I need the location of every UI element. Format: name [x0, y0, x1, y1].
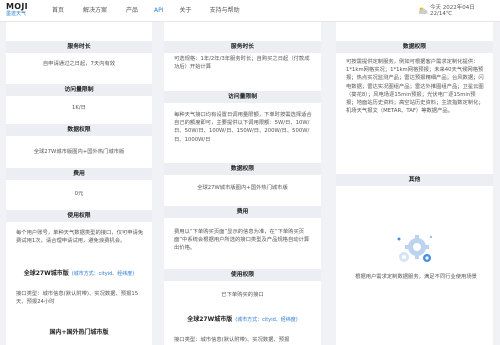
plan-card-custom: 数据权限 可按需提供定制服务，例如可根据客户需求定制化提供：1*1km网格实况；…: [336, 22, 493, 345]
section-head-data-permission: 数据权限: [6, 124, 152, 136]
access-limit-text: 1K/日: [72, 105, 86, 111]
dot-icon: [429, 235, 433, 239]
cost-text: 0元: [74, 191, 84, 197]
top-nav-bar: MOJI 墨迹天气 首页 解决方案 产品 API 关于 支持与帮助 今天 202…: [0, 0, 500, 22]
access-limit-text: 每种天气接口均有设置日调用量限额，下单时按需选择适合自己的额度即可，主要提供以下…: [174, 112, 312, 143]
service-period-text: 自申请通过之日起，7天内有效: [42, 61, 116, 67]
global-version-title: 全球27W城市版 (城市方式：cityid、经纬度): [6, 268, 152, 277]
global-version-title: 全球27W城市版 (城市方式：cityid、经纬度): [164, 314, 321, 323]
usage-text: 每个用户账号，单种天气数据类型的接口，仅可申请免费试用1次，请合理申请试用，避免…: [16, 230, 144, 245]
partly-cloudy-icon: [418, 7, 428, 14]
weather-temperature: 22/14℃: [430, 11, 453, 17]
global-version-tag: (城市方式：cityid、经纬度): [71, 271, 135, 277]
plan-card-free-trial: 服务时长 自申请通过之日起，7天内有效 访问量限制 1K/日 数据权限 全球27…: [6, 22, 152, 345]
section-head-usage: 使用权限: [6, 210, 152, 222]
global-version-label: 全球27W城市版: [23, 270, 69, 277]
nav-item-products[interactable]: 产品: [126, 0, 138, 22]
nav-item-solutions[interactable]: 解决方案: [83, 0, 107, 22]
gear-accent-icon: [423, 254, 431, 262]
nav-item-api[interactable]: API: [154, 0, 164, 22]
logo-wordmark: MOJI: [6, 2, 28, 11]
section-head-access-limit: 访问量限制: [6, 84, 152, 96]
section-head-service-period: 服务时长: [6, 41, 152, 53]
section-head-access-limit: 访问量限制: [164, 91, 321, 103]
global-version-tag: (城市方式：cityid、经纬度): [235, 317, 298, 323]
main-nav: 首页 解决方案 产品 API 关于 支持与帮助: [52, 0, 240, 22]
interface-type-text: 接口类型：城市信息(默认附带)、实况数据、预报: [174, 337, 290, 343]
service-period-text: 可选规格：1年/2年/3年服务时长；自购买之日起（付款成功后）开始计算: [174, 56, 310, 71]
cost-text: 费用以“下单购买页面”显示的信息为准，在“下单购买页面”中系统会根据用户所选的接…: [174, 229, 310, 252]
nav-item-about[interactable]: 关于: [180, 0, 192, 22]
data-permission-text: 全球27W城市版图内+国外热门城市版: [33, 149, 125, 155]
section-head-service-period: 服务时长: [164, 41, 321, 53]
interface-type-text: 接口类型：城市信息(默认附带)、实况数据、预报15天、预报24小时: [16, 291, 139, 306]
global-version-label: 全球27W城市版: [187, 316, 233, 323]
section-head-usage: 使用权限: [164, 269, 321, 281]
logo-subtitle: 墨迹天气: [6, 11, 27, 17]
nav-item-home[interactable]: 首页: [52, 0, 64, 22]
data-permission-text: 可按需提供定制服务，例如可根据客户需求定制化提供：1*1km网格实况；1*1km…: [346, 59, 484, 115]
section-head-other: 其他: [336, 174, 493, 186]
moji-logo[interactable]: MOJI 墨迹天气: [6, 2, 32, 20]
dot-icon: [397, 237, 401, 241]
weather-date: 今天 2022年04日: [430, 5, 475, 11]
domestic-version-title: 国内+国外热门城市版: [49, 329, 109, 336]
gear-cluster-illustration: [397, 235, 433, 262]
nav-item-support[interactable]: 支持与帮助: [210, 0, 240, 22]
data-permission-text: 全球27W城市版图内+国外热门城市版: [197, 185, 288, 191]
gear-small-icon: [399, 252, 409, 262]
other-text: 根据用户需求定制数据服务，满足不同行业使用场景: [355, 274, 477, 280]
usage-text: 已下单购买的接口: [221, 292, 264, 298]
section-head-data-permission: 数据权限: [164, 163, 321, 175]
section-head-cost: 费用: [6, 168, 152, 180]
section-head-data-permission: 数据权限: [336, 41, 493, 53]
section-head-cost: 费用: [164, 206, 321, 218]
plan-card-paid: 服务时长 可选规格：1年/2年/3年服务时长；自购买之日起（付款成功后）开始计算…: [164, 22, 321, 345]
